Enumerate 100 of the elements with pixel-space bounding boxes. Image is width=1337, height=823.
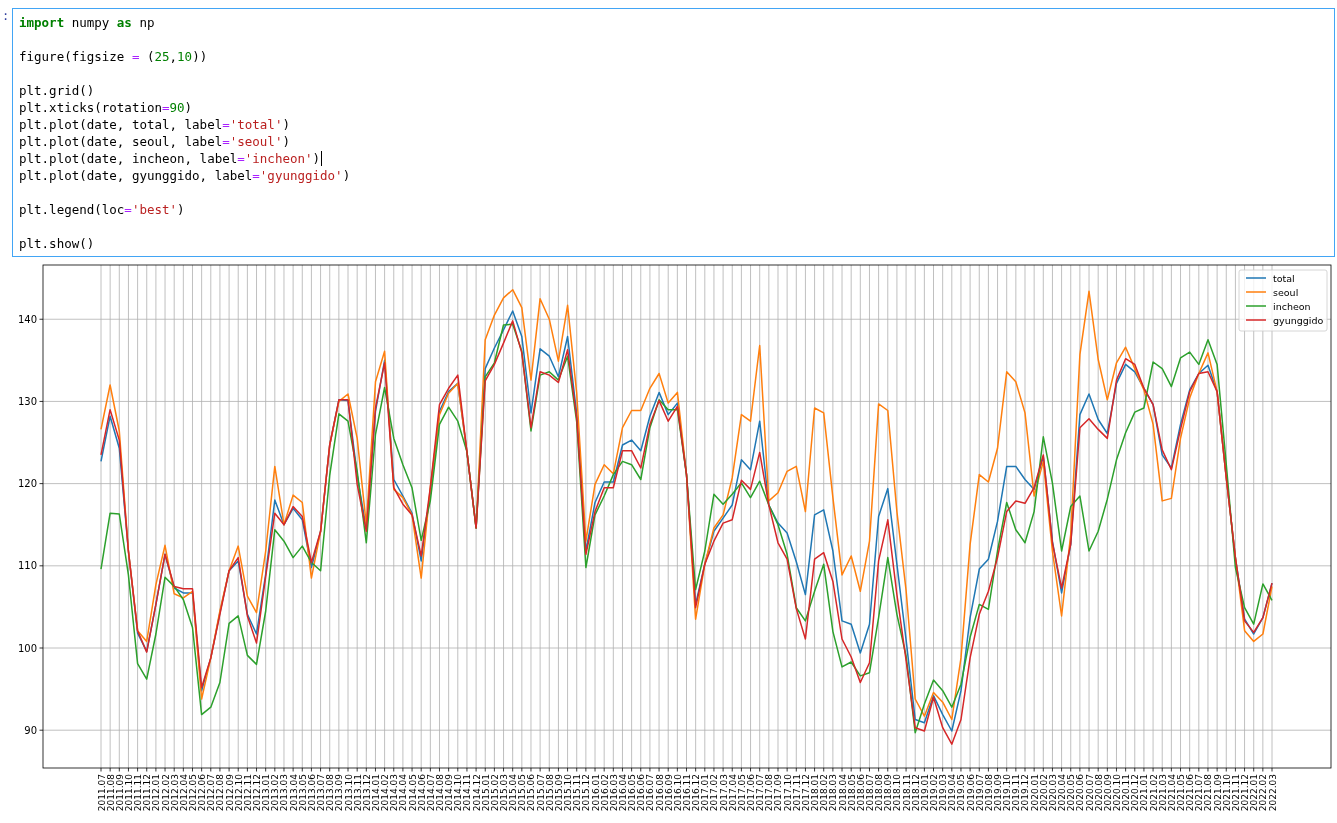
x-tick-label: 2015.01: [480, 774, 491, 812]
x-tick-label: 2020.08: [1093, 774, 1104, 812]
x-tick-label: 2016.10: [672, 774, 683, 812]
legend-label: total: [1273, 272, 1295, 284]
x-tick-label: 2020.03: [1047, 774, 1058, 812]
x-tick-label: 2018.09: [883, 774, 894, 812]
x-tick-label: 2020.04: [1057, 774, 1068, 812]
x-tick-label: 2014.02: [380, 774, 391, 812]
x-tick-label: 2021.02: [1148, 774, 1159, 812]
x-tick-label: 2018.11: [901, 774, 912, 812]
x-tick-label: 2019.12: [1020, 774, 1031, 812]
x-tick-label: 2018.08: [874, 774, 885, 812]
x-tick-label: 2019.02: [929, 774, 939, 812]
legend-label: incheon: [1273, 300, 1311, 312]
code-line: import numpy as np: [19, 14, 155, 31]
x-tick-label: 2018.10: [892, 774, 903, 812]
x-tick-label: 2016.03: [608, 774, 619, 812]
x-tick-label: 2017.09: [773, 774, 784, 812]
x-tick-label: 2014.05: [407, 774, 418, 812]
x-tick-label: 2014.01: [370, 774, 381, 812]
code-line: plt.plot(date, gyunggido, label='gyunggido'): [19, 167, 351, 184]
y-tick-label: 90: [24, 724, 37, 736]
x-tick-label: 2013.06: [306, 774, 317, 812]
x-tick-label: 2017.02: [709, 774, 720, 812]
y-tick-label: 110: [17, 560, 37, 572]
x-tick-label: 2015.04: [508, 774, 519, 812]
x-tick-label: 2021.10: [1221, 774, 1232, 812]
x-tick-label: 2017.07: [755, 774, 766, 812]
x-tick-label: 2012.02: [160, 774, 171, 812]
x-tick-label: 2018.07: [864, 774, 875, 812]
code-line: plt.xticks(rotation=90): [19, 99, 193, 116]
y-tick-label: 130: [17, 395, 37, 407]
code-line: plt.plot(date, seoul, label='seoul'): [19, 133, 290, 150]
x-tick-label: 2011.09: [114, 774, 125, 812]
x-tick-label: 2016.07: [645, 774, 656, 812]
x-tick-label: 2013.05: [297, 774, 308, 812]
x-tick-label: 2017.05: [736, 774, 747, 812]
x-tick-label: 2014.10: [453, 774, 464, 812]
x-tick-label: 2012.11: [242, 774, 253, 812]
x-tick-label: 2021.05: [1176, 774, 1186, 812]
y-tick-label: 120: [17, 478, 37, 490]
x-tick-label: 2011.10: [123, 774, 134, 812]
x-tick-label: 2016.04: [617, 774, 628, 812]
x-tick-label: 2017.04: [727, 774, 738, 812]
x-tick-label: 2014.12: [471, 774, 482, 812]
code-line: figure(figsize = (25,10)): [19, 48, 208, 65]
x-tick-label: 2014.04: [398, 774, 409, 812]
x-tick-label: 2011.11: [133, 774, 144, 812]
x-tick-label: 2012.03: [169, 774, 180, 812]
x-tick-label: 2011.12: [142, 774, 153, 812]
x-tick-label: 2020.09: [1102, 774, 1113, 812]
x-tick-label: 2018.01: [810, 774, 821, 812]
x-tick-label: 2017.03: [718, 774, 729, 812]
x-tick-label: 2014.06: [416, 774, 427, 812]
x-tick-label: 2015.10: [563, 774, 574, 812]
x-tick-label: 2013.01: [261, 774, 272, 812]
code-line: plt.plot(date, incheon, label='incheon'): [19, 150, 323, 167]
x-tick-label: 2015.03: [499, 774, 510, 812]
y-tick-label: 100: [17, 642, 37, 654]
y-tick-label: 140: [17, 313, 37, 325]
x-tick-label: 2022.01: [1249, 774, 1260, 812]
x-tick-label: 2016.05: [627, 774, 638, 812]
x-tick-label: 2013.11: [352, 774, 363, 812]
x-tick-label: 2019.06: [965, 774, 976, 812]
x-tick-label: 2011.08: [105, 774, 116, 812]
legend-label: gyunggido: [1273, 314, 1324, 326]
code-line: plt.show(): [19, 235, 95, 252]
x-tick-label: 2021.06: [1185, 774, 1196, 812]
x-tick-label: 2019.03: [938, 774, 949, 812]
x-tick-label: 2012.09: [224, 774, 235, 812]
x-tick-label: 2014.03: [389, 774, 400, 812]
x-tick-label: 2016.08: [654, 774, 665, 812]
x-tick-label: 2018.03: [828, 774, 839, 812]
x-tick-label: 2016.02: [599, 774, 610, 812]
x-tick-label: 2012.10: [233, 774, 244, 812]
x-tick-label: 2018.06: [855, 774, 866, 812]
x-tick-label: 2015.12: [581, 774, 592, 812]
x-tick-label: 2020.07: [1084, 774, 1095, 812]
x-tick-label: 2016.01: [590, 774, 601, 812]
x-tick-label: 2020.06: [1075, 774, 1086, 812]
x-tick-label: 2018.02: [819, 774, 830, 812]
x-tick-label: 2017.12: [800, 774, 811, 812]
x-tick-label: 2016.12: [691, 774, 702, 812]
x-tick-label: 2012.08: [215, 774, 226, 812]
x-tick-label: 2021.09: [1212, 774, 1223, 812]
x-tick-label: 2012.06: [197, 774, 208, 812]
x-tick-label: 2018.05: [846, 774, 857, 812]
x-tick-label: 2012.05: [188, 774, 198, 812]
x-tick-label: 2020.10: [1112, 774, 1122, 812]
x-tick-label: 2019.07: [974, 774, 985, 812]
x-tick-label: 2015.11: [572, 774, 583, 812]
x-tick-label: 2014.11: [462, 774, 473, 812]
x-tick-label: 2012.07: [206, 774, 217, 812]
x-tick-label: 2014.09: [444, 774, 455, 812]
x-tick-label: 2016.09: [663, 774, 674, 812]
x-tick-label: 2014.07: [425, 774, 436, 812]
x-tick-label: 2013.08: [325, 774, 336, 812]
x-tick-label: 2017.10: [782, 774, 793, 812]
code-cell[interactable]: [12, 8, 1335, 257]
x-tick-label: 2013.12: [361, 774, 372, 812]
